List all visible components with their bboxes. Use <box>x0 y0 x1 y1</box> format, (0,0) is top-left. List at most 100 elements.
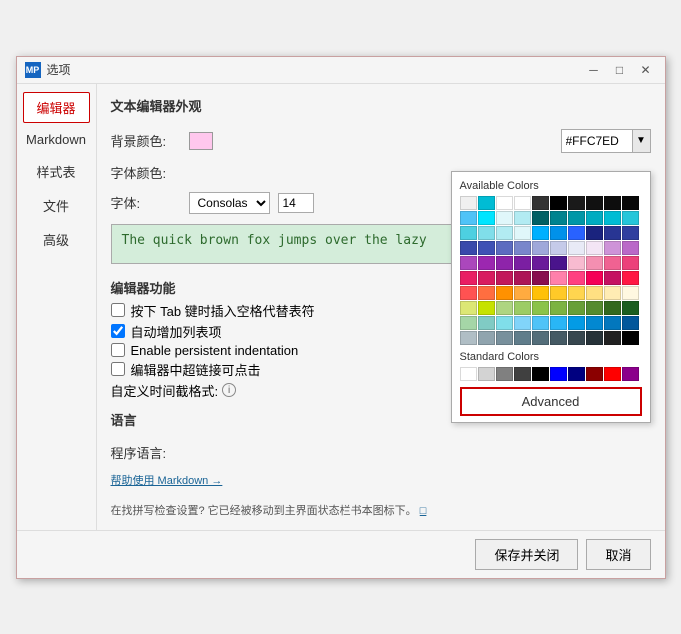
color-cell[interactable] <box>604 286 621 300</box>
color-cell[interactable] <box>568 211 585 225</box>
standard-color-cell[interactable] <box>460 367 477 381</box>
color-cell[interactable] <box>478 241 495 255</box>
color-cell[interactable] <box>514 241 531 255</box>
standard-color-cell[interactable] <box>568 367 585 381</box>
color-cell[interactable] <box>586 196 603 210</box>
color-cell[interactable] <box>586 301 603 315</box>
color-cell[interactable] <box>622 241 639 255</box>
color-cell[interactable] <box>550 241 567 255</box>
color-cell[interactable] <box>568 286 585 300</box>
color-cell[interactable] <box>532 271 549 285</box>
color-cell[interactable] <box>568 316 585 330</box>
color-cell[interactable] <box>622 211 639 225</box>
color-cell[interactable] <box>550 301 567 315</box>
color-cell[interactable] <box>550 196 567 210</box>
color-cell[interactable] <box>532 196 549 210</box>
color-cell[interactable] <box>478 286 495 300</box>
color-cell[interactable] <box>460 331 477 345</box>
color-cell[interactable] <box>514 226 531 240</box>
color-cell[interactable] <box>622 271 639 285</box>
color-cell[interactable] <box>532 316 549 330</box>
color-cell[interactable] <box>460 301 477 315</box>
sidebar-item-file[interactable]: 文件 <box>23 190 90 221</box>
color-cell[interactable] <box>622 316 639 330</box>
persistent-indent-checkbox[interactable] <box>111 343 125 357</box>
color-cell[interactable] <box>460 256 477 270</box>
color-cell[interactable] <box>622 226 639 240</box>
color-cell[interactable] <box>586 286 603 300</box>
color-cell[interactable] <box>532 256 549 270</box>
color-cell[interactable] <box>604 196 621 210</box>
bg-color-preview[interactable] <box>189 132 213 150</box>
standard-color-cell[interactable] <box>514 367 531 381</box>
color-cell[interactable] <box>550 226 567 240</box>
color-cell[interactable] <box>496 331 513 345</box>
standard-color-cell[interactable] <box>622 367 639 381</box>
standard-color-cell[interactable] <box>604 367 621 381</box>
color-cell[interactable] <box>586 211 603 225</box>
color-cell[interactable] <box>460 241 477 255</box>
color-cell[interactable] <box>496 286 513 300</box>
hyperlink-checkbox[interactable] <box>111 362 125 376</box>
color-cell[interactable] <box>604 331 621 345</box>
tab-spaces-checkbox[interactable] <box>111 303 125 317</box>
color-cell[interactable] <box>568 241 585 255</box>
color-cell[interactable] <box>622 301 639 315</box>
advanced-button[interactable]: Advanced <box>460 387 642 416</box>
font-select[interactable]: Consolas <box>189 192 270 214</box>
color-cell[interactable] <box>586 331 603 345</box>
color-cell[interactable] <box>478 301 495 315</box>
color-cell[interactable] <box>568 226 585 240</box>
color-cell[interactable] <box>622 196 639 210</box>
color-cell[interactable] <box>568 301 585 315</box>
color-cell[interactable] <box>532 226 549 240</box>
color-cell[interactable] <box>586 241 603 255</box>
color-cell[interactable] <box>604 301 621 315</box>
color-cell[interactable] <box>514 286 531 300</box>
color-cell[interactable] <box>460 286 477 300</box>
color-cell[interactable] <box>514 256 531 270</box>
color-cell[interactable] <box>460 271 477 285</box>
color-cell[interactable] <box>514 211 531 225</box>
color-cell[interactable] <box>460 316 477 330</box>
color-cell[interactable] <box>514 271 531 285</box>
standard-color-cell[interactable] <box>496 367 513 381</box>
color-cell[interactable] <box>478 331 495 345</box>
info-icon[interactable]: i <box>222 383 236 397</box>
color-cell[interactable] <box>604 256 621 270</box>
color-cell[interactable] <box>586 316 603 330</box>
sidebar-item-markdown[interactable]: Markdown <box>23 126 90 153</box>
color-cell[interactable] <box>496 316 513 330</box>
color-cell[interactable] <box>550 316 567 330</box>
color-cell[interactable] <box>604 316 621 330</box>
minimize-button[interactable]: ─ <box>583 61 605 79</box>
color-cell[interactable] <box>550 256 567 270</box>
color-cell[interactable] <box>478 316 495 330</box>
sidebar-item-advanced[interactable]: 高级 <box>23 224 90 255</box>
color-cell[interactable] <box>496 211 513 225</box>
color-cell[interactable] <box>568 331 585 345</box>
color-cell[interactable] <box>514 331 531 345</box>
standard-color-cell[interactable] <box>478 367 495 381</box>
color-cell[interactable] <box>532 331 549 345</box>
close-button[interactable]: ✕ <box>635 61 657 79</box>
cancel-button[interactable]: 取消 <box>586 539 650 570</box>
color-cell[interactable] <box>568 196 585 210</box>
color-cell[interactable] <box>478 196 495 210</box>
color-dropdown-arrow[interactable]: ▼ <box>632 130 650 152</box>
color-cell[interactable] <box>532 286 549 300</box>
color-cell[interactable] <box>478 271 495 285</box>
color-cell[interactable] <box>532 211 549 225</box>
save-close-button[interactable]: 保存并关闭 <box>475 539 578 570</box>
color-cell[interactable] <box>532 241 549 255</box>
color-cell[interactable] <box>604 271 621 285</box>
maximize-button[interactable]: □ <box>609 61 631 79</box>
color-cell[interactable] <box>550 331 567 345</box>
color-cell[interactable] <box>604 226 621 240</box>
font-size-input[interactable] <box>278 193 314 213</box>
color-cell[interactable] <box>604 211 621 225</box>
color-cell[interactable] <box>604 241 621 255</box>
color-cell[interactable] <box>478 226 495 240</box>
sidebar-item-editor[interactable]: 编辑器 <box>23 92 90 123</box>
standard-color-cell[interactable] <box>532 367 549 381</box>
